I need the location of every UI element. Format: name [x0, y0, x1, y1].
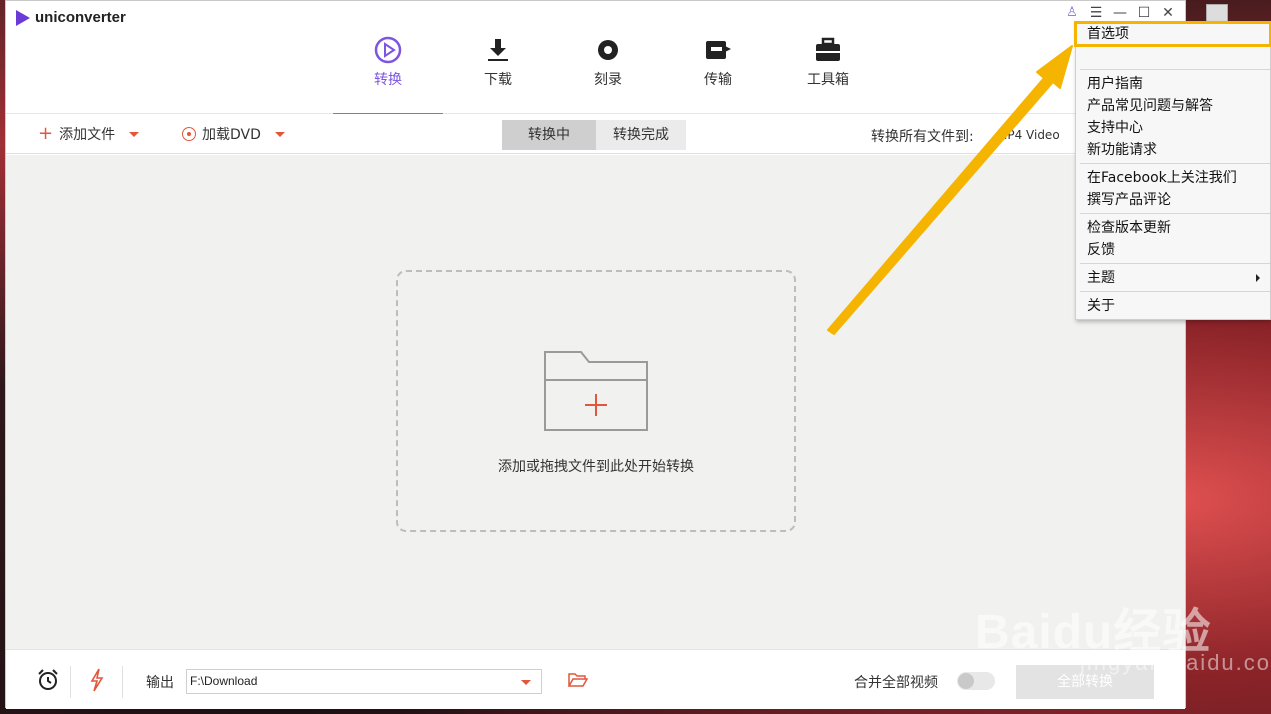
tab-burn[interactable]: 刻录 [553, 1, 663, 114]
toolbar: + 添加文件 加载DVD 转换中 转换完成 转换所有文件到: MP4 Video [6, 114, 1185, 154]
menu-item-user-guide[interactable]: 用户指南 [1076, 73, 1270, 95]
disc-icon [595, 35, 621, 65]
menu-separator [1080, 263, 1270, 264]
add-file-label: 添加文件 [59, 127, 116, 143]
menu-item-review[interactable]: 撰写产品评论 [1076, 189, 1270, 211]
window-controls: ♙ ☰ — ☐ ✕ [1065, 5, 1175, 21]
tab-download-label: 下载 [484, 72, 512, 88]
menu-icon[interactable]: ☰ [1089, 5, 1103, 21]
menu-item-theme[interactable]: 主题 [1076, 267, 1270, 289]
tab-convert-label: 转换 [374, 72, 402, 88]
logo-play-icon [16, 9, 30, 26]
menu-item-preferences[interactable]: 首选项 [1074, 21, 1271, 47]
menu-item-support[interactable]: 支持中心 [1076, 117, 1270, 139]
watermark-url: jingyan.baidu.com [1080, 650, 1271, 675]
menu-item-check-update[interactable]: 检查版本更新 [1076, 217, 1270, 239]
menu-separator [1080, 291, 1270, 292]
chevron-right-icon [1256, 274, 1260, 282]
menu-item-about[interactable]: 关于 [1076, 295, 1270, 317]
tab-toolbox-label: 工具箱 [807, 72, 849, 88]
tab-burn-label: 刻录 [594, 72, 622, 88]
download-icon [485, 35, 511, 65]
menu-item-theme-label: 主题 [1087, 270, 1115, 286]
close-icon[interactable]: ✕ [1161, 5, 1175, 21]
output-label: 输出 [146, 675, 174, 691]
top-bar: uniconverter 转换 下载 刻录 传输 工具箱 ♙ ☰ — ☐ ✕ [6, 1, 1185, 115]
app-logo: uniconverter [16, 9, 126, 26]
menu-spacer [1076, 45, 1270, 67]
lightning-icon[interactable] [90, 668, 104, 696]
tab-converted[interactable]: 转换完成 [596, 120, 686, 150]
tab-converting[interactable]: 转换中 [502, 120, 596, 150]
chevron-down-icon[interactable] [274, 131, 285, 137]
menu-item-feedback[interactable]: 反馈 [1076, 239, 1270, 261]
load-dvd-button[interactable]: 加载DVD [182, 124, 285, 144]
divider [70, 666, 71, 698]
menu-separator [1080, 213, 1270, 214]
menu-separator [1080, 69, 1270, 70]
dropdown-menu: 首选项 用户指南 产品常见问题与解答 支持中心 新功能请求 在Facebook上… [1074, 21, 1271, 320]
divider [122, 666, 123, 698]
logo-text: uniconverter [35, 9, 126, 26]
convert-all-to-label: 转换所有文件到: [871, 129, 974, 145]
alarm-clock-icon[interactable] [36, 668, 60, 696]
tab-transfer[interactable]: 传输 [663, 1, 773, 114]
menu-separator [1080, 163, 1270, 164]
convert-icon [373, 35, 403, 65]
merge-toggle[interactable] [957, 672, 995, 690]
maximize-icon[interactable]: ☐ [1137, 5, 1151, 21]
tab-download[interactable]: 下载 [443, 1, 553, 114]
status-segment: 转换中 转换完成 [502, 120, 686, 150]
main-nav: 转换 下载 刻录 传输 工具箱 [333, 1, 883, 115]
minimize-icon[interactable]: — [1113, 5, 1127, 21]
main-area: 添加或拖拽文件到此处开始转换 [6, 155, 1185, 649]
menu-item-facebook[interactable]: 在Facebook上关注我们 [1076, 167, 1270, 189]
drop-zone[interactable]: 添加或拖拽文件到此处开始转换 [396, 270, 796, 532]
toolbox-icon [814, 35, 842, 65]
drop-hint: 添加或拖拽文件到此处开始转换 [498, 459, 694, 475]
menu-item-faq[interactable]: 产品常见问题与解答 [1076, 95, 1270, 117]
tab-transfer-label: 传输 [704, 72, 732, 88]
tab-toolbox[interactable]: 工具箱 [773, 1, 883, 114]
tab-convert[interactable]: 转换 [333, 1, 443, 115]
user-icon[interactable]: ♙ [1065, 5, 1079, 21]
chevron-down-icon[interactable] [129, 131, 140, 137]
menu-item-feature-request[interactable]: 新功能请求 [1076, 139, 1270, 161]
merge-all-label: 合并全部视频 [854, 675, 938, 691]
load-dvd-label: 加载DVD [202, 127, 261, 143]
folder-open-icon[interactable] [567, 672, 589, 692]
plus-icon: + [38, 123, 54, 144]
chevron-down-icon[interactable] [521, 680, 531, 685]
add-file-button[interactable]: + 添加文件 [38, 123, 140, 144]
desktop-icon[interactable] [1206, 4, 1228, 22]
transfer-icon [703, 35, 733, 65]
dvd-icon [182, 127, 196, 141]
output-path-value: F:\Download [190, 674, 258, 688]
add-folder-icon [544, 351, 648, 431]
format-select[interactable]: MP4 Video [991, 122, 1081, 148]
output-path-select[interactable]: F:\Download [186, 669, 542, 694]
